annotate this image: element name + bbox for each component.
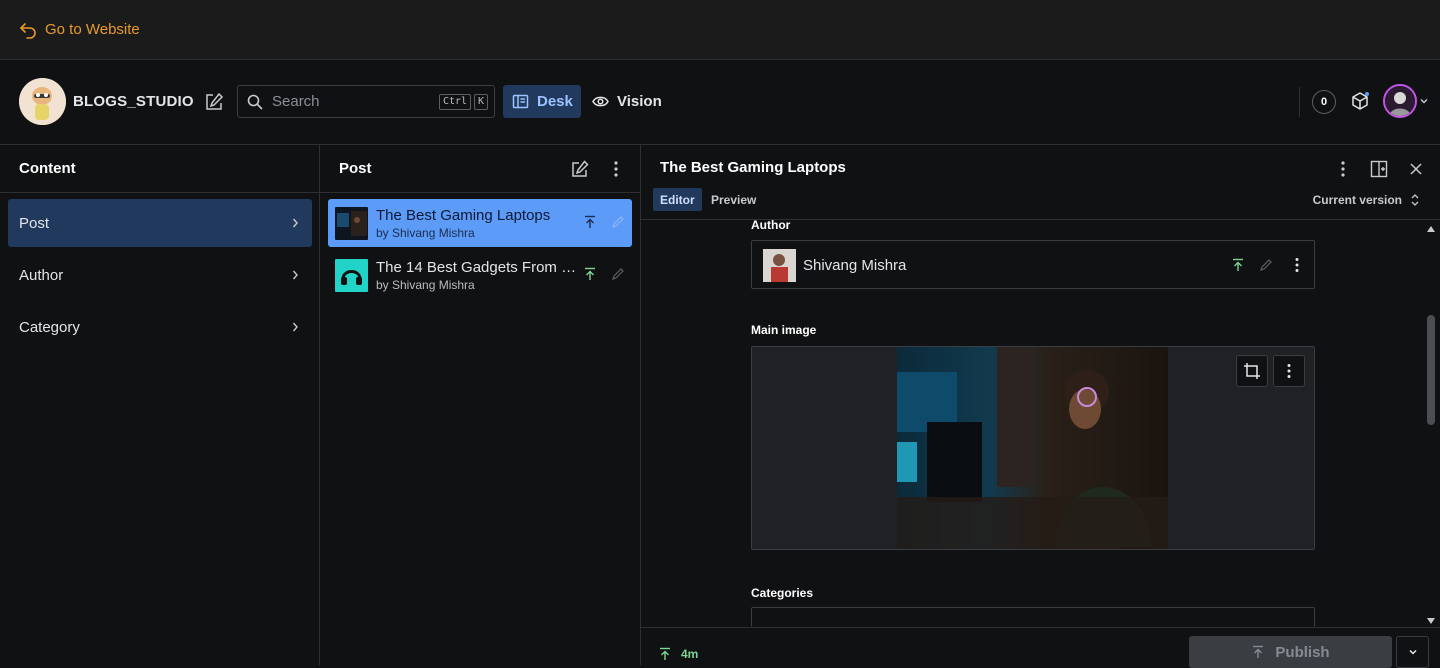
document-list-item[interactable]: The 14 Best Gadgets From CES 2023 by Shi… (328, 251, 632, 299)
search-placeholder: Search (272, 93, 320, 110)
categories-array-input[interactable] (751, 607, 1315, 627)
post-pane-title: Post (339, 160, 372, 177)
compose-icon[interactable] (203, 91, 225, 113)
author-avatar (763, 249, 796, 282)
publish-button[interactable]: Publish (1189, 636, 1392, 668)
content-item-label: Category (19, 318, 80, 336)
scrollbar-thumb[interactable] (1427, 315, 1435, 425)
version-label: Current version (1312, 193, 1402, 207)
chevron-right-icon (292, 218, 298, 228)
compose-icon[interactable] (570, 159, 590, 179)
more-vertical-icon[interactable] (606, 159, 626, 179)
categories-field-label: Categories (751, 586, 814, 600)
navbar-divider (1299, 87, 1300, 117)
tool-desk-button[interactable]: Desk (503, 85, 581, 118)
tool-vision-button[interactable]: Vision (592, 85, 662, 118)
published-icon (585, 267, 595, 280)
go-to-website-link[interactable]: Go to Website (19, 21, 140, 39)
pencil-icon (612, 216, 624, 228)
status-time: 4m (681, 647, 699, 661)
image-options-button[interactable] (1273, 355, 1305, 387)
document-footer: 4m Publish (641, 627, 1440, 668)
more-vertical-icon[interactable] (1333, 159, 1353, 179)
post-pane-header: Post (320, 145, 640, 193)
back-arrow-icon (20, 22, 36, 39)
workspace-title[interactable]: BLOGS_STUDIO (73, 93, 194, 110)
document-thumbnail (335, 259, 368, 292)
go-to-website-bar: Go to Website (0, 0, 1440, 60)
author-field-label: Author (751, 218, 791, 232)
chevron-up-down-icon (1411, 194, 1419, 206)
document-thumbnail (335, 207, 368, 240)
pencil-icon (612, 268, 624, 280)
document-pane-header: The Best Gaming Laptops Editor Preview C… (641, 145, 1440, 220)
content-item-post[interactable]: Post (8, 199, 312, 247)
scroll-up-icon (1427, 226, 1435, 232)
main-image-preview (897, 347, 1168, 549)
document-pane: The Best Gaming Laptops Editor Preview C… (641, 145, 1440, 668)
published-icon (660, 647, 670, 660)
author-name: Shivang Mishra (803, 257, 907, 274)
crop-image-button[interactable] (1236, 355, 1268, 387)
content-item-label: Author (19, 266, 64, 284)
post-pane: Post The Best Gaming Laptops by Shivang … (320, 145, 641, 665)
content-item-category[interactable]: Category (8, 303, 312, 351)
search-icon (247, 94, 263, 110)
workspace-avatar[interactable] (19, 78, 66, 125)
eye-icon (592, 96, 609, 107)
chevron-down-icon (1408, 649, 1417, 655)
main-image-input[interactable] (751, 346, 1315, 550)
pencil-icon (1260, 259, 1272, 271)
document-subtitle: by Shivang Mishra (376, 278, 475, 292)
tool-vision-label: Vision (617, 93, 662, 110)
tab-preview[interactable]: Preview (704, 188, 763, 211)
search-input[interactable]: Search Ctrl K (237, 85, 495, 118)
content-item-author[interactable]: Author (8, 251, 312, 299)
shortcut-key-k: K (474, 94, 489, 110)
chevron-right-icon (292, 270, 298, 280)
cube-icon[interactable] (1349, 90, 1371, 112)
shortcut-key-ctrl: Ctrl (439, 94, 472, 110)
scroll-down-icon (1427, 618, 1435, 624)
content-pane: Content Post Author Category (0, 145, 320, 665)
document-subtitle: by Shivang Mishra (376, 226, 475, 240)
tasks-counter-button[interactable]: 0 (1312, 90, 1336, 114)
document-pane-title: The Best Gaming Laptops (660, 159, 846, 176)
more-vertical-icon[interactable] (1288, 256, 1306, 274)
content-item-label: Post (19, 214, 50, 232)
desk-icon (512, 94, 529, 109)
content-pane-title: Content (0, 145, 319, 193)
document-actions-menu-button[interactable] (1396, 636, 1429, 668)
author-reference-input[interactable]: Shivang Mishra (751, 240, 1315, 289)
published-icon (585, 215, 595, 228)
document-title: The 14 Best Gadgets From CES 2023 (376, 259, 581, 276)
more-vertical-icon (1287, 364, 1291, 378)
main-image-field-label: Main image (751, 323, 817, 337)
published-icon (1233, 258, 1243, 271)
studio-navbar: BLOGS_STUDIO Search Ctrl K Desk Vision 0 (0, 60, 1440, 145)
publish-status[interactable]: 4m (658, 647, 698, 661)
scrollbar[interactable] (1424, 222, 1438, 628)
publish-label: Publish (1275, 643, 1330, 661)
split-pane-icon[interactable] (1369, 159, 1389, 179)
user-avatar[interactable] (1383, 84, 1417, 118)
go-to-website-label: Go to Website (45, 21, 140, 38)
chevron-down-icon[interactable] (1419, 96, 1429, 106)
version-selector[interactable]: Current version (1313, 193, 1420, 207)
tool-desk-label: Desk (537, 93, 573, 110)
publish-icon (1253, 645, 1264, 658)
tab-editor[interactable]: Editor (653, 188, 702, 211)
document-title: The Best Gaming Laptops (376, 207, 551, 224)
crop-icon (1244, 363, 1260, 379)
close-icon[interactable] (1406, 159, 1426, 179)
chevron-right-icon (292, 322, 298, 332)
document-list-item[interactable]: The Best Gaming Laptops by Shivang Mishr… (328, 199, 632, 247)
